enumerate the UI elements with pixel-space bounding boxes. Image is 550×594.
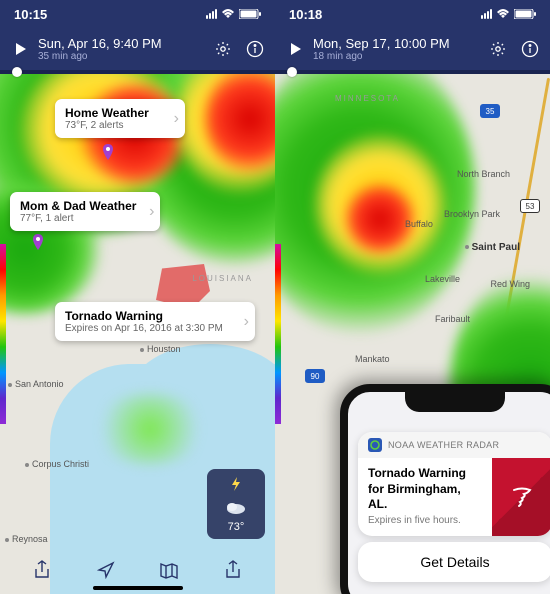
status-right	[206, 7, 261, 22]
city-label: Lakeville	[425, 274, 460, 284]
timestamp-title: Sun, Apr 16, 9:40 PM	[38, 36, 211, 51]
chevron-right-icon: ›	[174, 110, 179, 128]
city-label: North Branch	[457, 169, 510, 179]
city-label: Reynosa	[5, 534, 48, 544]
left-screenshot: 10:15 Sun, Apr 16, 9:40 PM 35 min ago	[0, 0, 275, 594]
interstate-shield: 90	[305, 369, 325, 383]
current-conditions-box[interactable]: 73°	[207, 469, 265, 539]
city-label: Brooklyn Park	[444, 209, 500, 219]
status-time: 10:15	[14, 7, 47, 22]
city-label: Corpus Christi	[25, 459, 89, 469]
cloud-icon	[225, 500, 247, 517]
battery-icon	[239, 7, 261, 22]
battery-icon	[514, 7, 536, 22]
right-screenshot: 10:18 Mon, Sep 17, 10:00 PM 18 min ago S…	[275, 0, 550, 594]
intensity-legend	[275, 244, 281, 424]
map-pin-icon[interactable]	[30, 234, 46, 250]
temperature-value: 73°	[228, 521, 245, 533]
location-icon[interactable]	[94, 558, 118, 582]
city-label: Buffalo	[405, 219, 433, 229]
map-pin-icon[interactable]	[100, 144, 116, 160]
play-button[interactable]	[283, 36, 309, 62]
precip-lightgreen	[90, 394, 210, 464]
status-time: 10:18	[289, 7, 322, 22]
phone-frame: NOAA WEATHER RADAR Tornado Warning for B…	[340, 384, 550, 594]
settings-icon[interactable]	[486, 37, 510, 61]
notification-card[interactable]: NOAA WEATHER RADAR Tornado Warning for B…	[358, 432, 550, 536]
intensity-legend	[0, 244, 6, 424]
interstate-shield: 35	[480, 104, 500, 118]
notification-app-name: NOAA WEATHER RADAR	[388, 440, 499, 450]
timeline-scrubber[interactable]	[275, 70, 550, 74]
notification-header: NOAA WEATHER RADAR	[358, 432, 550, 458]
lightning-icon	[227, 475, 245, 496]
app-icon	[368, 438, 382, 452]
play-button[interactable]	[8, 36, 34, 62]
chevron-right-icon: ›	[244, 313, 249, 331]
city-label: Mankato	[355, 354, 390, 364]
state-label: LOUISIANA	[192, 274, 253, 283]
info-icon[interactable]	[518, 37, 542, 61]
status-bar: 10:15	[0, 0, 275, 28]
timeline-knob[interactable]	[287, 67, 297, 77]
tornado-warning-callout[interactable]: Tornado Warning Expires on Apr 16, 2016 …	[55, 302, 255, 341]
callout-title: Home Weather	[65, 106, 161, 120]
callout-sub: 73°F, 2 alerts	[65, 120, 161, 131]
timeline-knob[interactable]	[12, 67, 22, 77]
status-bar: 10:18	[275, 0, 550, 28]
wifi-icon	[221, 7, 235, 22]
city-label: Saint Paul	[465, 242, 520, 253]
timestamp-sub: 35 min ago	[38, 51, 211, 62]
phone-notch	[405, 392, 505, 412]
home-indicator	[93, 586, 183, 590]
signal-icon	[481, 9, 492, 19]
top-toolbar: Sun, Apr 16, 9:40 PM 35 min ago	[0, 28, 275, 70]
chevron-right-icon: ›	[149, 203, 154, 221]
layers-icon[interactable]	[157, 558, 181, 582]
info-icon[interactable]	[243, 37, 267, 61]
share-icon[interactable]	[30, 558, 54, 582]
timestamp-title: Mon, Sep 17, 10:00 PM	[313, 36, 486, 51]
notification-phone-mock: NOAA WEATHER RADAR Tornado Warning for B…	[340, 384, 550, 594]
callout-sub: 77°F, 1 alert	[20, 213, 136, 224]
timeline-scrubber[interactable]	[0, 70, 275, 74]
city-label: San Antonio	[8, 379, 64, 389]
city-label: Faribault	[435, 314, 470, 324]
radar-map[interactable]: Houston San Antonio Corpus Christi Reyno…	[0, 74, 275, 594]
callout-title: Tornado Warning	[65, 309, 231, 323]
notification-title: Tornado Warning for Birmingham, AL.	[368, 466, 482, 513]
timestamp-display[interactable]: Mon, Sep 17, 10:00 PM 18 min ago	[309, 36, 486, 62]
home-weather-callout[interactable]: Home Weather 73°F, 2 alerts ›	[55, 99, 185, 138]
callout-sub: Expires on Apr 16, 2016 at 3:30 PM	[65, 323, 231, 334]
wifi-icon	[496, 7, 510, 22]
parents-weather-callout[interactable]: Mom & Dad Weather 77°F, 1 alert ›	[10, 192, 160, 231]
city-label: Red Wing	[490, 279, 530, 289]
settings-icon[interactable]	[211, 37, 235, 61]
top-toolbar: Mon, Sep 17, 10:00 PM 18 min ago	[275, 28, 550, 70]
callout-title: Mom & Dad Weather	[20, 199, 136, 213]
signal-icon	[206, 9, 217, 19]
get-details-button[interactable]: Get Details	[358, 542, 550, 582]
timestamp-display[interactable]: Sun, Apr 16, 9:40 PM 35 min ago	[34, 36, 211, 62]
status-right	[481, 7, 536, 22]
highway-shield: 53	[520, 199, 540, 213]
tornado-icon	[492, 458, 550, 536]
share-icon[interactable]	[221, 558, 245, 582]
city-label: Houston	[140, 344, 181, 354]
state-label: MINNESOTA	[335, 94, 400, 103]
notification-body: Tornado Warning for Birmingham, AL. Expi…	[358, 458, 550, 536]
notification-subtitle: Expires in five hours.	[368, 515, 482, 526]
timestamp-sub: 18 min ago	[313, 51, 486, 62]
